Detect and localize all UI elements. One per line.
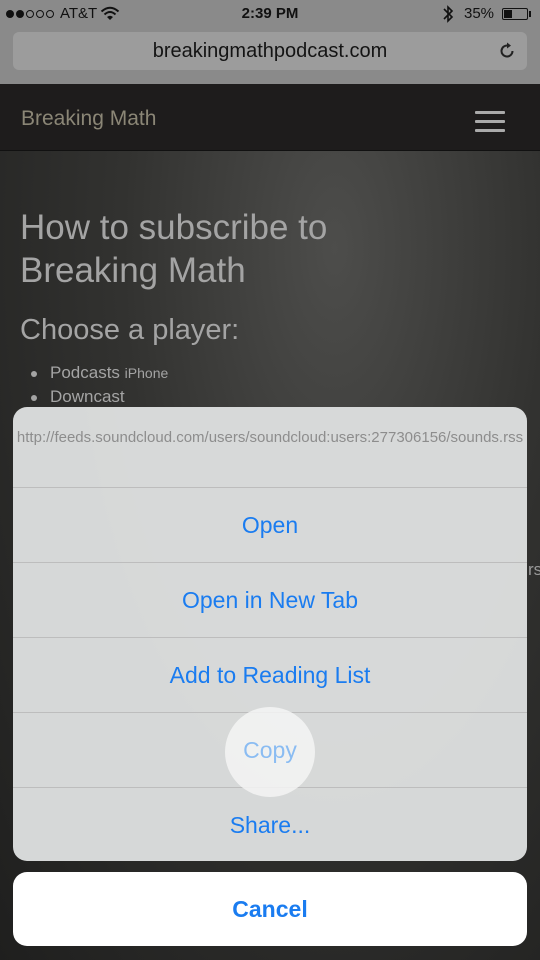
copy-label: Copy <box>243 737 297 763</box>
browser-chrome: AT&T 2:39 PM 35% breakingmathpodcast.com <box>0 0 540 84</box>
battery-icon <box>502 8 528 20</box>
share-label: Share... <box>229 812 311 838</box>
link-action-sheet: http://feeds.soundcloud.com/users/soundc… <box>13 407 527 861</box>
share-button[interactable]: Share... <box>13 788 527 861</box>
open-label: Open <box>241 512 299 538</box>
player-note: iPhone <box>124 365 169 381</box>
address-url: breakingmathpodcast.com <box>152 40 388 62</box>
add-to-reading-list-label: Add to Reading List <box>169 662 371 688</box>
section-heading: Choose a player: <box>20 314 240 346</box>
open-in-new-tab-button[interactable]: Open in New Tab <box>13 563 527 638</box>
hamburger-menu-icon[interactable] <box>475 111 505 138</box>
open-in-new-tab-label: Open in New Tab <box>181 587 358 613</box>
open-button[interactable]: Open <box>13 488 527 563</box>
reload-icon[interactable] <box>497 41 517 61</box>
site-navbar: Breaking Math <box>0 84 540 151</box>
status-bar: AT&T 2:39 PM 35% <box>0 0 540 30</box>
address-bar[interactable]: breakingmathpodcast.com <box>13 32 527 70</box>
link-url: http://feeds.soundcloud.com/users/soundc… <box>13 407 527 488</box>
player-list: Podcasts iPhone Downcast <box>30 363 169 411</box>
battery-percent: 35% <box>464 5 495 22</box>
cancel-button[interactable]: Cancel <box>13 872 527 946</box>
bluetooth-icon <box>443 5 454 23</box>
site-brand[interactable]: Breaking Math <box>21 107 156 131</box>
status-time: 2:39 PM <box>241 5 299 22</box>
list-item[interactable]: Podcasts iPhone <box>30 363 169 387</box>
player-name: Podcasts <box>50 363 120 382</box>
player-name: Downcast <box>50 387 125 406</box>
copy-button[interactable]: Copy <box>13 707 527 797</box>
obscured-text: rs <box>528 560 540 579</box>
page-title: How to subscribe to Breaking Math <box>20 208 328 290</box>
add-to-reading-list-button[interactable]: Add to Reading List <box>13 638 527 713</box>
